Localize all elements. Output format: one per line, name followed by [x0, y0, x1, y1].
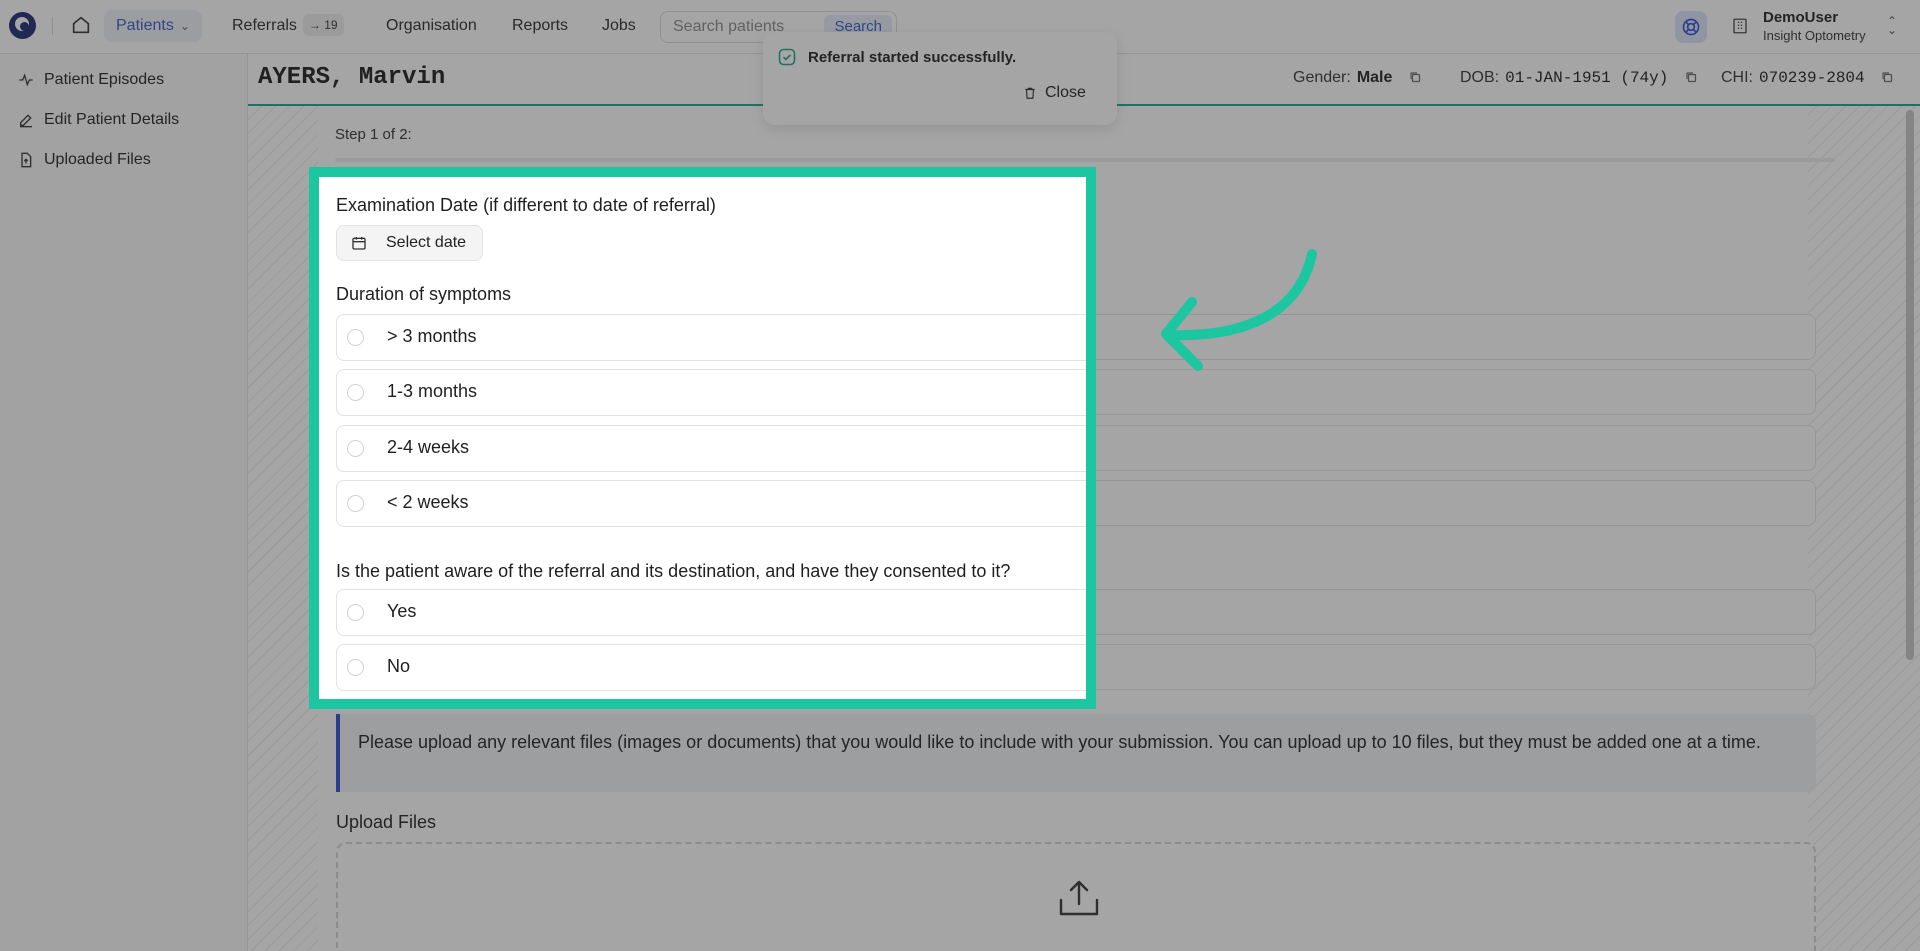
- option-label: Yes: [387, 601, 417, 621]
- radio-button[interactable]: [347, 384, 364, 401]
- duration-label: Duration of symptoms: [336, 284, 512, 304]
- radio-button[interactable]: [347, 495, 364, 512]
- duration-option[interactable]: 1-3 months: [336, 369, 1086, 416]
- option-label: > 3 months: [387, 326, 477, 346]
- select-date-button[interactable]: Select date: [336, 225, 483, 261]
- calendar-icon: [352, 237, 366, 250]
- radio-button[interactable]: [347, 440, 364, 457]
- consent-option[interactable]: Yes: [336, 589, 1086, 636]
- option-label: No: [387, 656, 411, 676]
- consent-option[interactable]: No: [336, 644, 1086, 691]
- option-label: 2-4 weeks: [387, 437, 470, 457]
- select-date-label: Select date: [386, 234, 467, 251]
- highlighted-form-section: Examination Date (if different to date o…: [309, 167, 1096, 709]
- radio-button[interactable]: [347, 329, 364, 346]
- examination-date-label: Examination Date (if different to date o…: [336, 195, 716, 215]
- duration-option[interactable]: < 2 weeks: [336, 480, 1086, 527]
- radio-button[interactable]: [347, 659, 364, 676]
- duration-option[interactable]: > 3 months: [336, 314, 1086, 361]
- radio-button[interactable]: [347, 604, 364, 621]
- option-label: 1-3 months: [387, 381, 478, 401]
- annotation-arrow-icon: [1161, 249, 1317, 371]
- consent-label: Is the patient aware of the referral and…: [336, 561, 1011, 581]
- duration-option[interactable]: 2-4 weeks: [336, 425, 1086, 472]
- option-label: < 2 weeks: [387, 492, 469, 512]
